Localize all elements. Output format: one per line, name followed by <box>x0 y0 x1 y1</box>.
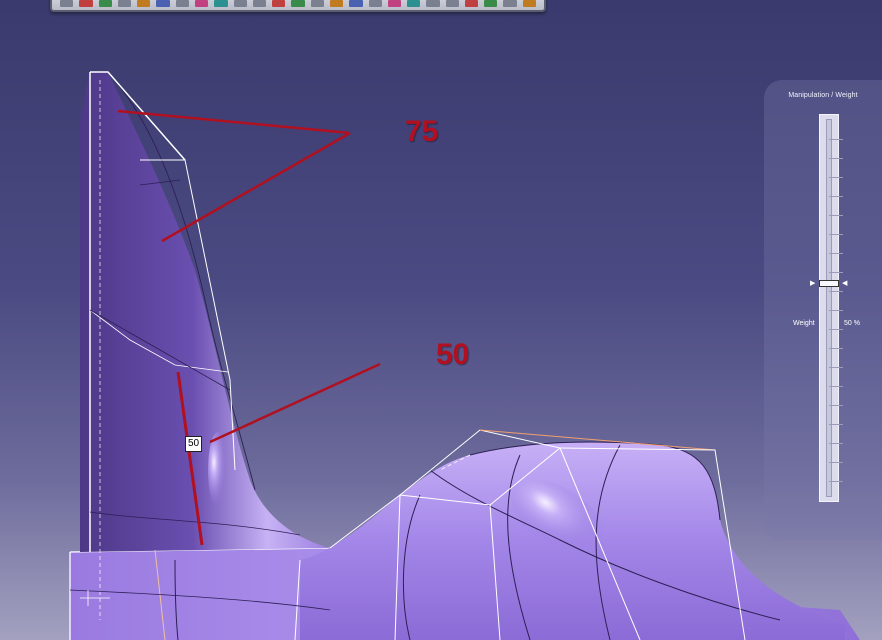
3d-viewport[interactable] <box>0 0 882 640</box>
slider-tick <box>829 367 843 368</box>
toolbar-icon-4[interactable] <box>117 0 132 7</box>
slider-tick <box>829 177 843 178</box>
slider-tick <box>829 215 843 216</box>
toolbar-icon-10[interactable] <box>233 0 247 7</box>
manipulation-weight-panel: Manipulation / Weight ▶ ◀ Weight 50 % <box>764 80 882 540</box>
toolbar-icon-1[interactable] <box>60 0 74 7</box>
weight-value: 50 % <box>844 320 860 327</box>
slider-tick <box>829 424 843 425</box>
weight-slider-handle[interactable] <box>819 280 839 287</box>
toolbar-icon-13[interactable] <box>291 0 305 7</box>
slider-tick <box>829 462 843 463</box>
slider-tick <box>829 234 843 235</box>
panel-title: Manipulation / Weight <box>788 92 858 99</box>
toolbar-icon-20[interactable] <box>426 0 440 7</box>
surface-fin[interactable] <box>80 71 330 620</box>
slider-tick <box>829 329 843 330</box>
toolbar-icon-12[interactable] <box>272 0 286 7</box>
toolbar-icon-18[interactable] <box>387 0 402 7</box>
toolbar-icon-17[interactable] <box>368 0 382 7</box>
weight-label: Weight <box>793 320 815 327</box>
slider-left-arrow-icon: ▶ <box>810 280 816 287</box>
slider-tick <box>829 291 843 292</box>
weight-slider-track[interactable] <box>819 114 843 502</box>
toolbar-icon-22[interactable] <box>464 0 479 7</box>
slider-right-arrow-icon: ◀ <box>842 280 848 287</box>
slider-tick <box>829 481 843 482</box>
slider-tick <box>829 310 843 311</box>
slider-tick <box>829 139 843 140</box>
toolbar-icon-8[interactable] <box>194 0 209 7</box>
toolbar-icon-2[interactable] <box>79 0 93 7</box>
annotation-75-label: 75 <box>405 115 439 148</box>
slider-tick <box>829 386 843 387</box>
toolbar-icon-19[interactable] <box>407 0 421 7</box>
slider-tick <box>829 443 843 444</box>
slider-tick <box>829 253 843 254</box>
toolbar-icon-23[interactable] <box>484 0 498 7</box>
toolbar-icon-7[interactable] <box>175 0 189 7</box>
toolbar-icon-24[interactable] <box>503 0 517 7</box>
annotation-50-label: 50 <box>436 338 470 371</box>
toolbar-icon-3[interactable] <box>98 0 112 7</box>
toolbar-icon-21[interactable] <box>445 0 459 7</box>
toolbar-icon-15[interactable] <box>329 0 344 7</box>
weight-slider-groove <box>826 119 843 497</box>
toolbar-icon-16[interactable] <box>349 0 363 7</box>
surface-value-tag: 50 <box>185 436 203 452</box>
slider-tick <box>829 272 843 273</box>
slider-tick <box>829 348 843 349</box>
toolbar-icon-14[interactable] <box>310 0 324 7</box>
slider-tick <box>829 158 843 159</box>
toolbar-icon-9[interactable] <box>214 0 228 7</box>
toolbar-icon-6[interactable] <box>156 0 170 7</box>
toolbar-icon-11[interactable] <box>252 0 267 7</box>
toolbar-icon-25[interactable] <box>522 0 537 7</box>
slider-tick <box>829 196 843 197</box>
toolbar-icon-5[interactable] <box>137 0 151 7</box>
toolbar <box>50 0 546 12</box>
slider-tick <box>829 405 843 406</box>
